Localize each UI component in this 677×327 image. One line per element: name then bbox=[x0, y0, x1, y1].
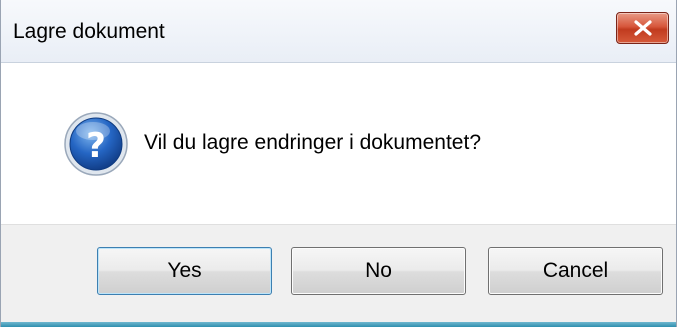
question-icon: ? bbox=[64, 112, 128, 176]
svg-text:?: ? bbox=[86, 126, 106, 166]
window-bottom-edge bbox=[1, 322, 676, 327]
close-icon bbox=[634, 20, 652, 36]
dialog-content: ? Vil du lagre endringer i dokumentet? bbox=[1, 63, 676, 224]
button-bar: Yes No Cancel bbox=[1, 224, 676, 323]
close-button[interactable] bbox=[616, 12, 669, 44]
dialog-message: Vil du lagre endringer i dokumentet? bbox=[144, 131, 481, 154]
no-button[interactable]: No bbox=[291, 247, 466, 295]
yes-button[interactable]: Yes bbox=[97, 247, 272, 295]
cancel-button[interactable]: Cancel bbox=[488, 247, 663, 295]
title-bar[interactable]: Lagre dokument bbox=[1, 0, 676, 63]
window-title: Lagre dokument bbox=[13, 20, 165, 43]
save-dialog: Lagre dokument ? Vil du lagre endringer … bbox=[0, 0, 677, 327]
